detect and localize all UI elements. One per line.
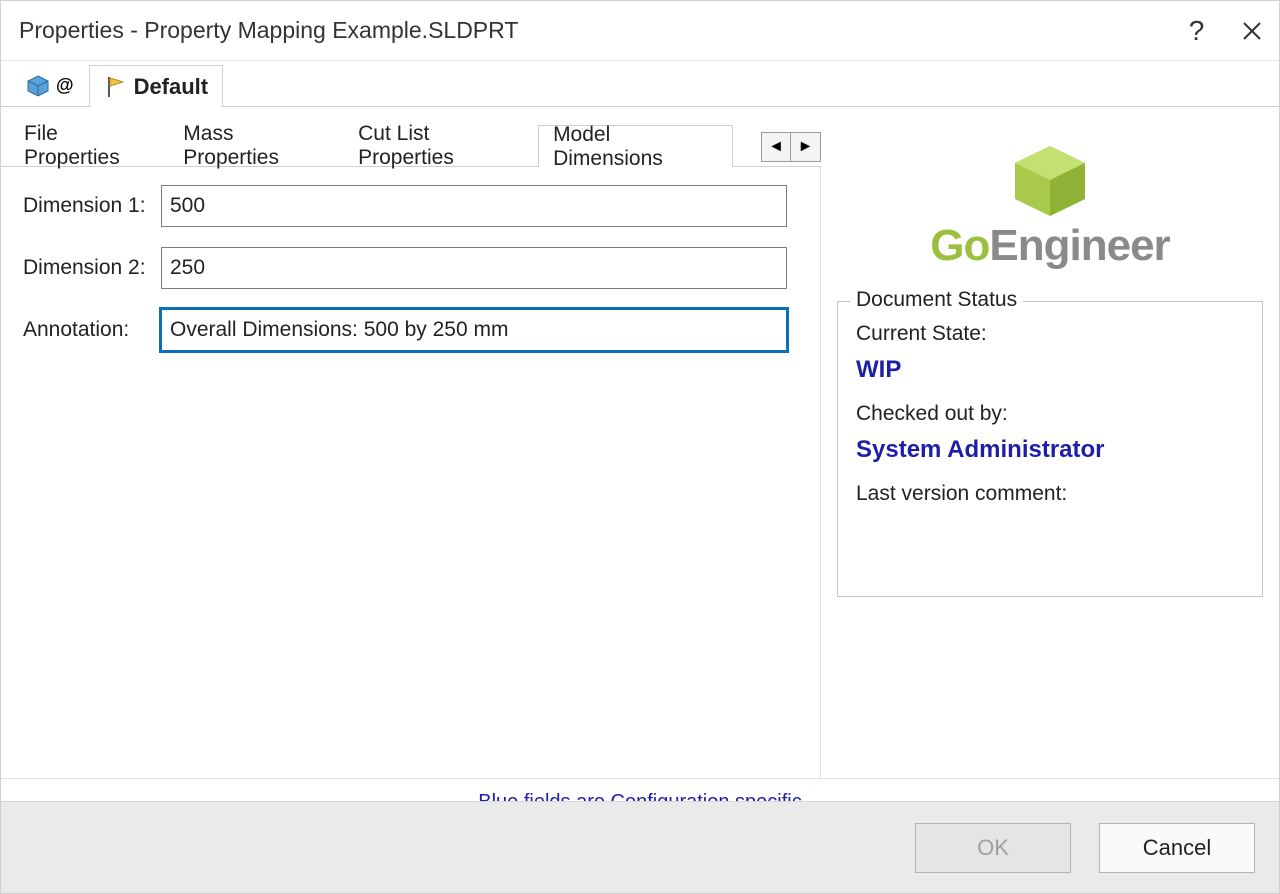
- close-icon: [1242, 21, 1262, 41]
- tab-nav-prev[interactable]: ◄: [761, 132, 791, 162]
- checked-out-value: System Administrator: [856, 436, 1244, 464]
- annotation-input[interactable]: [161, 309, 787, 351]
- dimension2-label: Dimension 2:: [23, 256, 161, 280]
- logo-engineer-text: Engineer: [989, 221, 1169, 270]
- window-title: Properties - Property Mapping Example.SL…: [19, 17, 518, 44]
- current-state-value: WIP: [856, 356, 1244, 384]
- dimension1-label: Dimension 1:: [23, 194, 161, 218]
- cancel-button-label: Cancel: [1143, 835, 1211, 860]
- ok-button[interactable]: OK: [915, 823, 1071, 873]
- tab-default-config[interactable]: Default: [89, 65, 224, 107]
- tab-config-at-label: @: [56, 75, 74, 96]
- annotation-label: Annotation:: [23, 318, 161, 342]
- goengineer-logo: GoEngineer: [837, 141, 1263, 271]
- tab-default-label: Default: [134, 74, 209, 100]
- checked-out-label: Checked out by:: [856, 402, 1244, 426]
- tab-file-properties[interactable]: File Properties: [9, 124, 168, 166]
- tab-file-properties-label: File Properties: [24, 122, 153, 170]
- close-button[interactable]: [1224, 6, 1279, 56]
- logo-go-text: Go: [930, 221, 989, 270]
- cube-logo-icon: [1005, 141, 1095, 221]
- cube-icon: [26, 74, 50, 98]
- tab-mass-properties[interactable]: Mass Properties: [168, 124, 343, 166]
- tab-nav-next[interactable]: ►: [791, 132, 821, 162]
- tab-configurations-root[interactable]: @: [11, 64, 89, 106]
- dimension1-input[interactable]: [161, 185, 787, 227]
- help-button[interactable]: ?: [1169, 6, 1224, 56]
- last-comment-label: Last version comment:: [856, 482, 1244, 506]
- flag-icon: [104, 75, 128, 99]
- document-status-legend: Document Status: [850, 288, 1023, 312]
- tab-model-dimensions[interactable]: Model Dimensions: [538, 125, 733, 167]
- ok-button-label: OK: [977, 835, 1009, 860]
- document-status-group: Document Status Current State: WIP Check…: [837, 301, 1263, 597]
- tab-cut-list-properties-label: Cut List Properties: [358, 122, 523, 170]
- tab-model-dimensions-label: Model Dimensions: [553, 123, 718, 171]
- dimension2-input[interactable]: [161, 247, 787, 289]
- current-state-label: Current State:: [856, 322, 1244, 346]
- tab-cut-list-properties[interactable]: Cut List Properties: [343, 124, 538, 166]
- cancel-button[interactable]: Cancel: [1099, 823, 1255, 873]
- tab-mass-properties-label: Mass Properties: [183, 122, 328, 170]
